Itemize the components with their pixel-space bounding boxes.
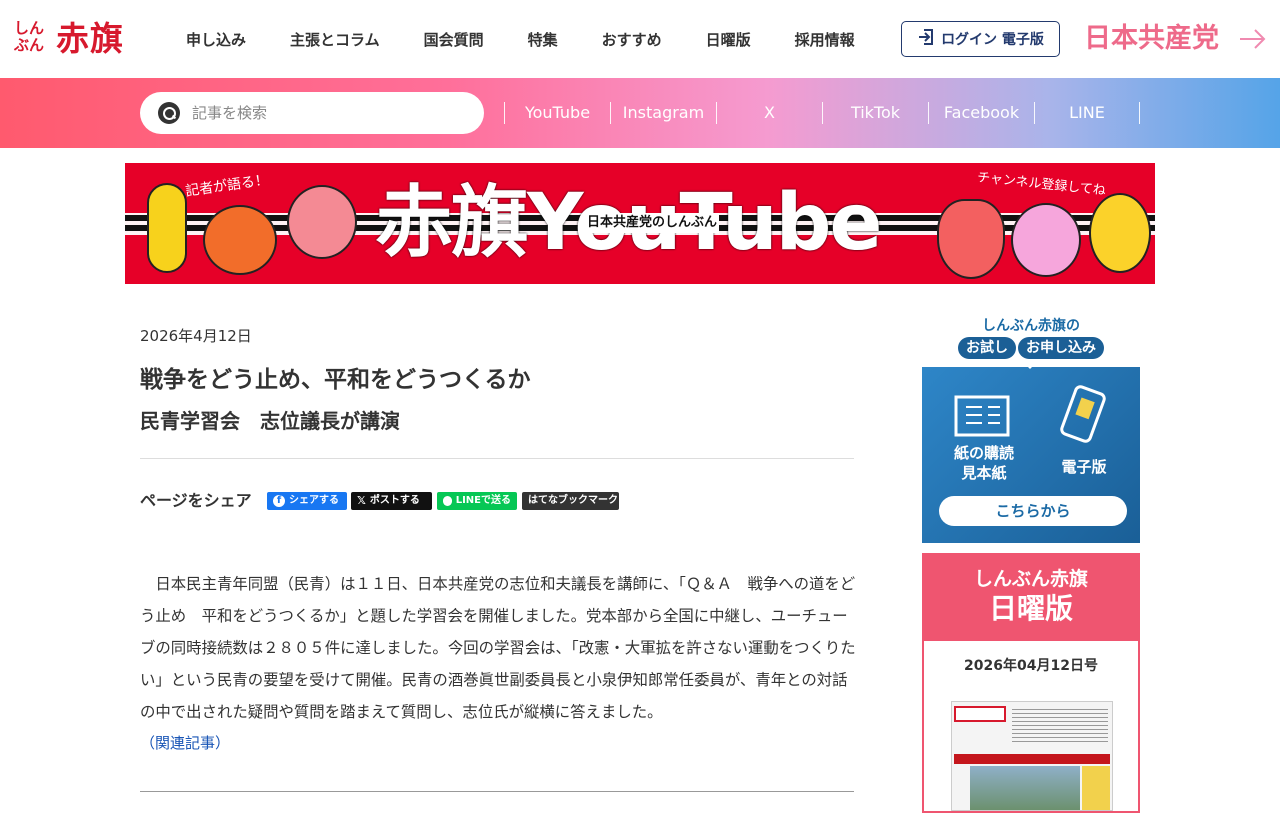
- article-body: 日本民主青年同盟（民青）は１１日、日本共産党の志位和夫議長を講師に、「Ｑ＆Ａ 戦…: [140, 575, 856, 721]
- sample-paper-label: 見本紙: [961, 464, 1007, 482]
- site-header: しんぶん 赤旗 申し込み 主張とコラム 国会質問 特集 おすすめ 日曜版 採用情…: [0, 0, 1280, 78]
- newspaper-icon: [954, 391, 1014, 443]
- arrow-right-icon[interactable]: [1238, 24, 1268, 54]
- lemon-mascot: [1089, 193, 1151, 273]
- nav-item-recruitment[interactable]: 採用情報: [795, 28, 855, 52]
- sunday-edition-header: しんぶん赤旗 日曜版: [922, 553, 1140, 641]
- line-send-label: LINEで送る: [455, 495, 511, 506]
- banner-tagline-left: 記者が語る！: [184, 172, 270, 200]
- logo-main-text: 赤旗: [56, 19, 124, 58]
- social-link-line[interactable]: LINE: [1034, 102, 1140, 124]
- nav-item-apply[interactable]: 申し込み: [186, 28, 246, 52]
- search-social-bar: YouTube Instagram X TikTok Facebook LINE: [0, 78, 1280, 148]
- cover-headline-band: [954, 754, 1110, 764]
- social-link-x[interactable]: X: [716, 102, 822, 124]
- sunday-issue-date: 2026年04月12日号: [964, 658, 1098, 674]
- jcp-logo[interactable]: 日本共産党: [1084, 22, 1219, 56]
- nav-item-recommended[interactable]: おすすめ: [602, 28, 662, 52]
- banner-tagline-right: チャンネル登録してね: [976, 170, 1107, 199]
- banner-subtitle: 日本共産党のしんぶん: [585, 213, 720, 233]
- facebook-share-button[interactable]: f シェアする: [267, 492, 347, 510]
- social-links: YouTube Instagram X TikTok Facebook LINE: [504, 102, 1140, 124]
- sunday-edition-cover-image[interactable]: [951, 701, 1113, 811]
- youtube-banner[interactable]: 記者が語る！ チャンネル登録してね 赤旗YouTube 日本共産党のしんぶん: [125, 163, 1155, 284]
- article-subhead: 民青学習会 志位議長が講演: [140, 409, 400, 433]
- cover-side-column: [1082, 766, 1110, 810]
- x-post-button[interactable]: 𝕏 ポストする: [351, 492, 432, 510]
- login-label: ログイン 電子版: [941, 32, 1044, 48]
- persimmon-mascot: [203, 205, 277, 275]
- article-headline: 戦争をどう止め、平和をどうつくるか: [140, 367, 531, 393]
- divider: [140, 458, 854, 459]
- related-articles-link[interactable]: （関連記事）: [140, 728, 230, 758]
- social-link-youtube[interactable]: YouTube: [504, 102, 610, 124]
- trial-title: しんぶん赤旗の: [982, 318, 1080, 334]
- search-box[interactable]: [140, 92, 484, 134]
- apple-mascot: [287, 185, 357, 259]
- sunday-edition-title: しんぶん赤旗: [973, 568, 1088, 590]
- smartphone-icon: [1054, 385, 1114, 451]
- nav-item-opinion-column[interactable]: 主張とコラム: [290, 28, 380, 52]
- site-logo[interactable]: しんぶん 赤旗: [14, 20, 144, 60]
- pointer-triangle: [1020, 359, 1040, 369]
- nav-item-sunday-edition[interactable]: 日曜版: [706, 28, 751, 52]
- paper-subscription-label: 紙の購読: [953, 444, 1014, 462]
- social-link-instagram[interactable]: Instagram: [610, 102, 716, 124]
- cover-masthead: [954, 706, 1006, 722]
- search-icon[interactable]: [158, 102, 180, 124]
- line-send-button[interactable]: LINEで送る: [437, 492, 517, 510]
- line-icon: [443, 496, 452, 506]
- article-date: 2026年4月12日: [140, 327, 252, 345]
- peach-mascot: [1011, 203, 1081, 277]
- trial-pill: お試し: [958, 337, 1016, 359]
- trial-signup-box[interactable]: 紙の購読 見本紙 電子版 こちらから: [922, 359, 1140, 543]
- main-nav: 申し込み 主張とコラム 国会質問 特集 おすすめ 日曜版 採用情報: [186, 28, 855, 52]
- digital-edition-option: 電子版: [1061, 458, 1107, 476]
- login-button[interactable]: ログイン 電子版: [901, 21, 1060, 57]
- social-link-facebook[interactable]: Facebook: [928, 102, 1034, 124]
- facebook-share-label: シェアする: [289, 495, 339, 506]
- cover-photo: [970, 766, 1080, 810]
- trial-cta-button[interactable]: こちらから: [939, 496, 1127, 526]
- cover-text-block: [1012, 706, 1108, 742]
- login-icon: [917, 28, 935, 50]
- sunday-edition-box[interactable]: しんぶん赤旗 日曜版 2026年04月12日号: [922, 553, 1140, 813]
- x-post-label: ポストする: [369, 495, 420, 506]
- divider: [140, 791, 854, 792]
- sunday-edition-subtitle: 日曜版: [988, 592, 1073, 625]
- nav-item-features[interactable]: 特集: [528, 28, 558, 52]
- facebook-icon: f: [273, 495, 285, 507]
- nav-item-diet-questions[interactable]: 国会質問: [424, 28, 484, 52]
- strawberry-mascot: [937, 199, 1005, 279]
- logo-small-text: しんぶん: [14, 19, 45, 54]
- trial-header: しんぶん赤旗の お試し お申し込み: [922, 315, 1140, 359]
- paper-subscription-option: 紙の購読 見本紙: [948, 443, 1020, 483]
- x-icon: 𝕏: [357, 494, 366, 507]
- apply-pill: お申し込み: [1018, 337, 1104, 359]
- share-label: ページをシェア: [140, 491, 252, 510]
- social-link-tiktok[interactable]: TikTok: [822, 102, 928, 124]
- hatena-bookmark-button[interactable]: はてなブックマーク: [522, 492, 619, 510]
- hatena-bookmark-label: はてなブックマーク: [528, 495, 618, 506]
- banana-mascot: [147, 183, 187, 273]
- search-input[interactable]: [192, 92, 472, 134]
